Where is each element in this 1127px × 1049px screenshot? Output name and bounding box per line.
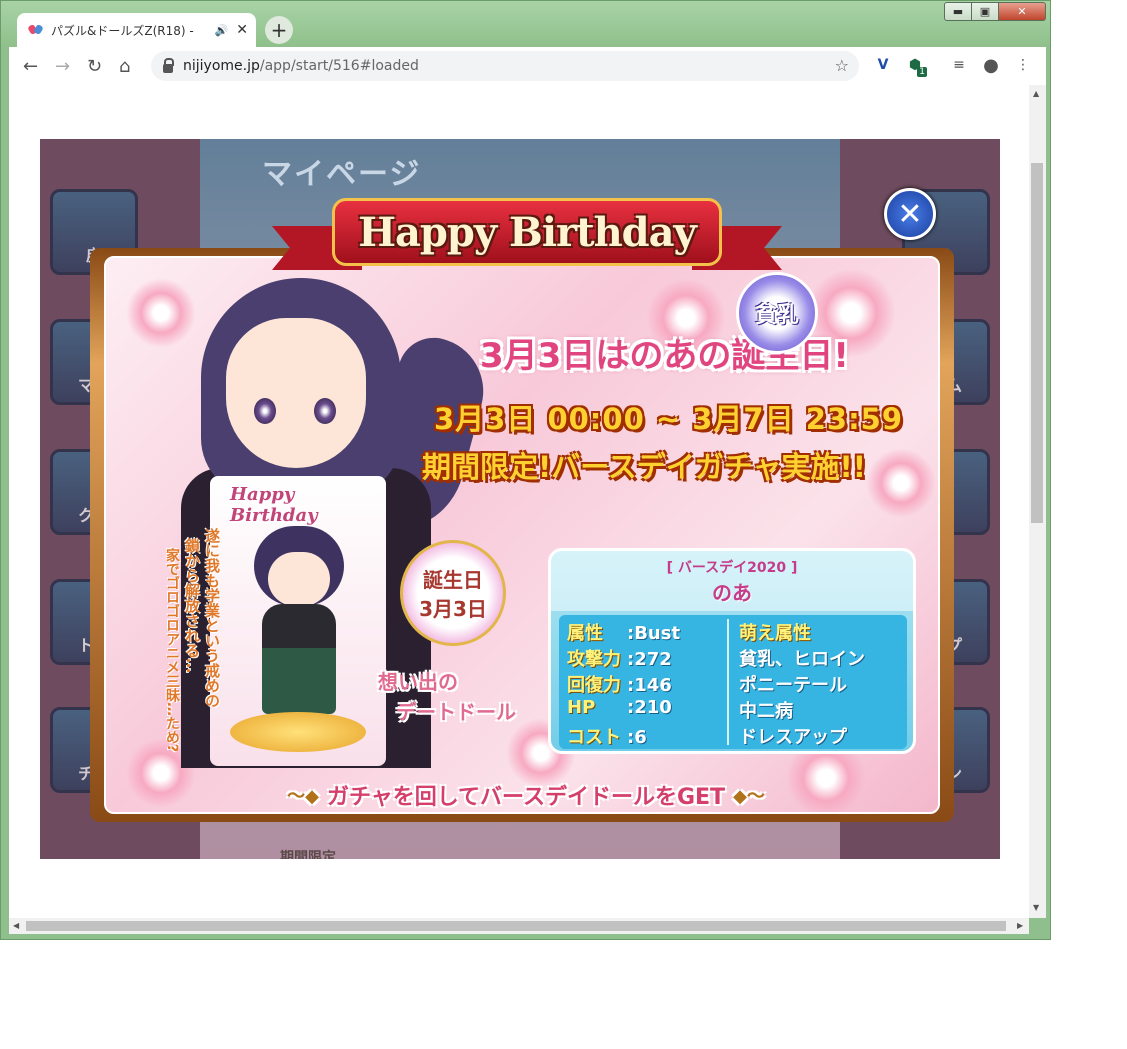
scroll-right-icon[interactable]: ▶: [1017, 921, 1023, 930]
new-tab-button[interactable]: +: [265, 16, 293, 44]
banner-title: Happy Birthday: [358, 208, 697, 256]
home-icon[interactable]: ⌂: [119, 56, 130, 77]
chibi-pedestal: [230, 712, 366, 752]
scroll-up-icon[interactable]: ▲: [1033, 89, 1039, 98]
browser-toolbar: ← → ↻ ⌂ nijiyome.jp/app/start/516#loaded…: [9, 47, 1046, 85]
stat-key: 属性: [567, 623, 603, 644]
ornament-left-icon: 〜◆: [287, 786, 319, 807]
stat-value: :210: [627, 697, 672, 718]
stat-key: 攻撃力: [567, 649, 621, 670]
badge-birthday-label: 誕生日: [423, 568, 483, 592]
scroll-left-icon[interactable]: ◀: [13, 921, 19, 930]
event-description: 期間限定!バースデイガチャ実施!!: [422, 450, 866, 484]
stats-divider: [727, 619, 729, 745]
ribbon-center: Happy Birthday: [332, 198, 722, 266]
reload-icon[interactable]: ↻: [87, 56, 102, 77]
lock-icon: [163, 57, 174, 73]
stat-row: コスト :6: [567, 723, 647, 749]
stat-value: :6: [627, 727, 647, 748]
character-eye: [254, 398, 276, 424]
popup-panel[interactable]: Happy Birthday 遂に我も学業という戒めの 鎖から解放される… 家で…: [104, 256, 940, 814]
stat-key: コスト: [567, 727, 621, 748]
stat-value: :Bust: [627, 623, 681, 644]
stat-row: HP :210: [567, 697, 672, 718]
browser-tab[interactable]: パズル&ドールズZ(R18) - 🔊 ✕: [17, 13, 256, 47]
stat-value: :146: [627, 675, 672, 696]
url-path: /app/start/516#loaded: [259, 58, 419, 74]
moe-attribute: 貧乳、ヒロイン: [739, 649, 865, 670]
happy-birthday-banner: Happy Birthday: [272, 192, 782, 282]
stat-key: 回復力: [567, 675, 621, 696]
vertical-scrollbar[interactable]: ▲ ▼: [1029, 85, 1046, 918]
chibi-body: [262, 604, 336, 714]
doll-name: のあ: [712, 581, 752, 605]
petal-decoration: [866, 448, 936, 518]
memory-label-line1: 想い出の: [378, 670, 458, 694]
card-happy-birthday: Happy Birthday: [230, 484, 318, 526]
ornament-right-icon: ◆〜: [733, 786, 765, 807]
stat-row: 属性 :Bust: [567, 619, 680, 645]
quote-line-2: 鎖から解放される…: [183, 538, 201, 673]
moe-attribute-header: 萌え属性: [739, 623, 811, 644]
stat-value: :272: [627, 649, 672, 670]
horizontal-scrollbar[interactable]: ◀ ▶: [9, 918, 1029, 934]
character-face: [226, 318, 366, 468]
favicon-icon: [29, 23, 43, 37]
doll-info-panel: [ バースデイ2020 ] のあ 属性 :Bust 攻撃力 :272 回復力 :146…: [548, 548, 916, 754]
popup-close-button[interactable]: ✕: [884, 188, 936, 240]
extension-shield-icon[interactable]: ⬢ 1: [905, 55, 927, 77]
birthday-popup: Happy Birthday 遂に我も学業という戒めの 鎖から解放される… 家で…: [90, 248, 954, 822]
speaker-icon[interactable]: 🔊: [215, 24, 229, 37]
back-icon[interactable]: ←: [23, 56, 38, 77]
media-control-icon[interactable]: ≡: [949, 55, 969, 75]
scroll-down-icon[interactable]: ▼: [1033, 903, 1039, 912]
doll-series: [ バースデイ2020 ]: [666, 560, 798, 576]
window-close-button[interactable]: ✕: [998, 2, 1046, 21]
character-eye: [314, 398, 336, 424]
forward-icon[interactable]: →: [55, 56, 70, 77]
bookmark-star-icon[interactable]: ☆: [835, 56, 849, 75]
tab-title: パズル&ドールズZ(R18) -: [51, 23, 194, 38]
extension-v-icon[interactable]: V: [873, 55, 893, 75]
stat-row: 回復力 :146: [567, 671, 672, 697]
birthday-date-badge: 誕生日 3月3日: [400, 540, 506, 646]
stat-row: 攻撃力 :272: [567, 645, 672, 671]
chibi-face: [268, 552, 330, 606]
horizontal-scroll-thumb[interactable]: [26, 921, 1006, 931]
extension-badge: 1: [917, 67, 927, 77]
moe-attribute: 中二病: [739, 701, 793, 722]
mypage-title: マイページ: [262, 157, 422, 192]
gacha-call-to-action: 〜◆ ガチャを回してバースデイドールをGET ◆〜: [226, 778, 826, 812]
title-bar: パズル&ドールズZ(R18) - 🔊 ✕ + ▬ ▣ ✕: [1, 1, 1050, 47]
maximize-button[interactable]: ▣: [971, 2, 999, 21]
quote-line-1: 遂に我も学業という戒めの: [203, 528, 221, 708]
footer-text: ガチャを回してバースデイドールをGET: [326, 785, 726, 810]
tab-close-button[interactable]: ✕: [236, 22, 248, 38]
stats-panel: 属性 :Bust 攻撃力 :272 回復力 :146 HP :210 コスト :6 萌え属…: [559, 615, 907, 749]
bust-attribute-badge: 貧乳: [736, 272, 818, 354]
moe-attribute: ポニーテール: [739, 675, 847, 696]
address-bar[interactable]: nijiyome.jp/app/start/516#loaded ☆: [151, 51, 859, 81]
profile-icon[interactable]: ●: [981, 55, 1001, 76]
badge-date: 3月3日: [419, 597, 487, 621]
moe-attribute: ドレスアップ: [739, 727, 847, 748]
event-period: 3月3日 00:00 ~ 3月7日 23:59: [434, 402, 904, 436]
quote-line-3: 家でゴロゴロアニメ三昧…ため?: [164, 548, 180, 753]
vertical-scroll-thumb[interactable]: [1031, 163, 1043, 523]
memory-label-line2: デートドール: [396, 700, 516, 724]
character-quote: 遂に我も学業という戒めの 鎖から解放される… 家でゴロゴロアニメ三昧…ため?: [120, 528, 240, 778]
stat-key: HP: [567, 697, 596, 718]
minimize-button[interactable]: ▬: [944, 2, 972, 21]
menu-icon[interactable]: ⋮: [1013, 55, 1033, 75]
url-host: nijiyome.jp: [183, 58, 260, 74]
bottom-banner-peek: 期間限定: [280, 850, 336, 859]
